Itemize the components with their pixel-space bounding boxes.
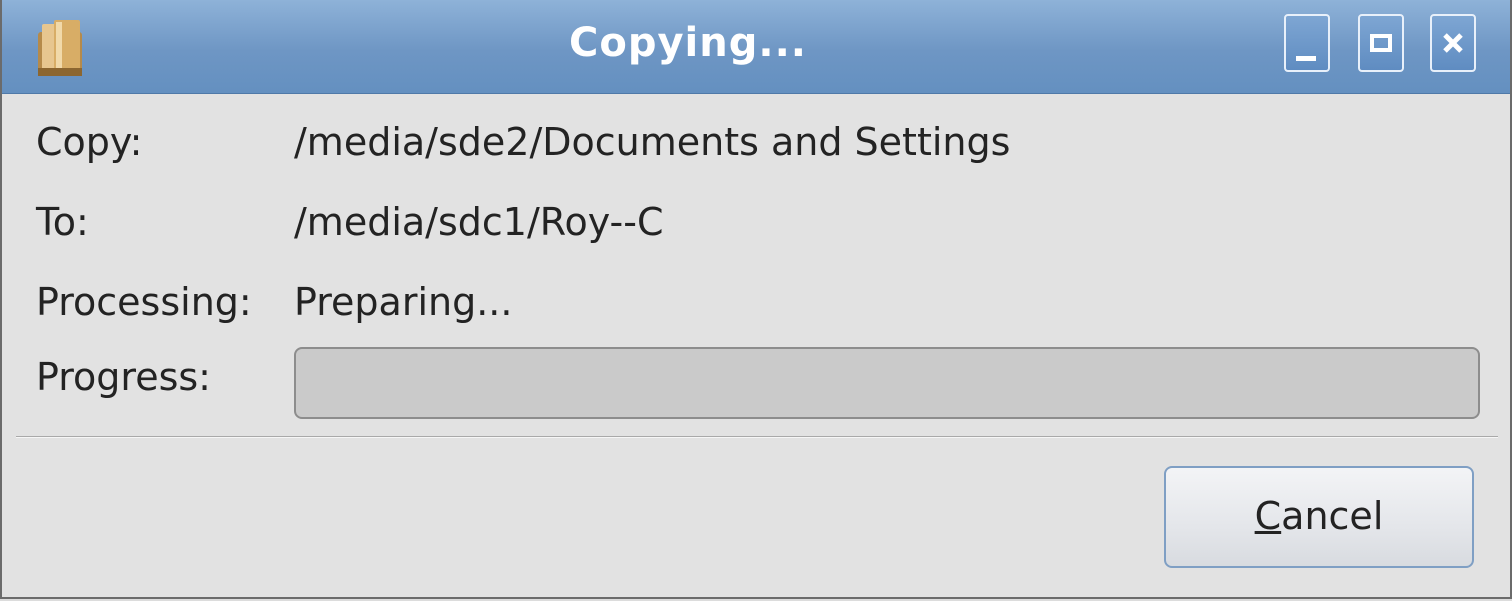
- close-icon: [1443, 33, 1463, 53]
- processing-status: Preparing...: [294, 280, 513, 324]
- cancel-mnemonic: C: [1254, 494, 1282, 538]
- copy-destination-path: /media/sdc1/Roy--C: [294, 200, 664, 244]
- maximize-icon: [1370, 34, 1392, 52]
- cancel-label-rest: ancel: [1281, 494, 1384, 538]
- window-title: Copying...: [569, 20, 807, 66]
- copy-dialog-window: Copying... Copy: /media/sde2/Documents a…: [0, 0, 1512, 599]
- copy-label: Copy:: [36, 120, 143, 164]
- progress-bar: [294, 347, 1480, 419]
- close-button[interactable]: [1430, 14, 1476, 72]
- title-bar[interactable]: Copying...: [2, 0, 1510, 94]
- progress-label: Progress:: [36, 355, 211, 399]
- minimize-button[interactable]: [1284, 14, 1330, 72]
- minimize-icon: [1296, 56, 1316, 61]
- copy-source-path: /media/sde2/Documents and Settings: [294, 120, 1011, 164]
- button-area-separator: [16, 436, 1498, 438]
- cancel-button[interactable]: Cancel: [1164, 466, 1474, 568]
- to-label: To:: [36, 200, 89, 244]
- processing-label: Processing:: [36, 280, 252, 324]
- maximize-button[interactable]: [1358, 14, 1404, 72]
